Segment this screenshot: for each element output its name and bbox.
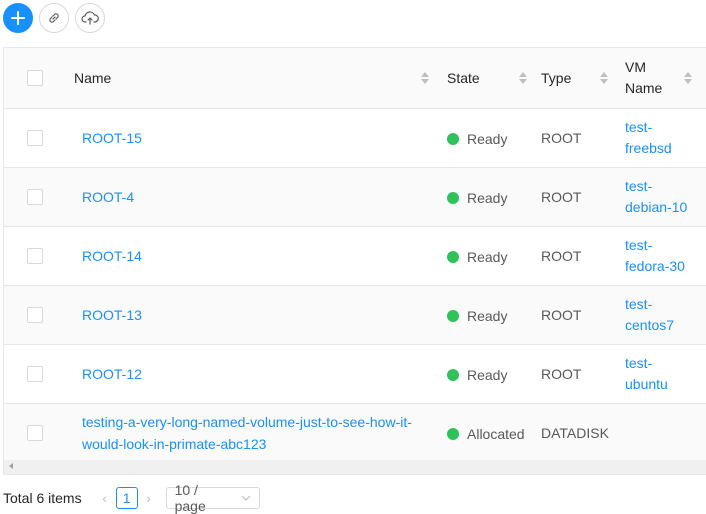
- column-header-vm-name[interactable]: VM Name: [625, 48, 705, 108]
- status-badge: Ready: [447, 109, 539, 167]
- volume-name-link[interactable]: ROOT-14: [74, 245, 142, 267]
- table-row: ROOT-14 Ready ROOT test-fedora-30: [4, 227, 706, 286]
- sort-icon[interactable]: [684, 72, 692, 84]
- sort-icon[interactable]: [421, 72, 429, 84]
- sort-icon[interactable]: [600, 72, 608, 84]
- table-header: Name State Type VM Name: [4, 48, 706, 109]
- horizontal-scrollbar[interactable]: [4, 460, 706, 474]
- cloud-upload-icon: [81, 11, 99, 25]
- row-checkbox[interactable]: [27, 189, 43, 205]
- status-dot-icon: [447, 428, 459, 440]
- volume-name-link[interactable]: ROOT-13: [74, 304, 142, 326]
- status-dot-icon: [447, 251, 459, 263]
- column-header-type[interactable]: Type: [541, 48, 623, 108]
- scroll-left-icon[interactable]: [9, 463, 13, 469]
- row-checkbox[interactable]: [27, 425, 43, 441]
- status-badge: Allocated: [447, 404, 539, 462]
- volume-name-link[interactable]: ROOT-15: [74, 127, 142, 149]
- status-dot-icon: [447, 133, 459, 145]
- vm-name-link[interactable]: test-centos7: [625, 294, 674, 336]
- status-dot-icon: [447, 192, 459, 204]
- table-row: ROOT-13 Ready ROOT test-centos7: [4, 286, 706, 345]
- toolbar: [3, 3, 105, 33]
- volume-name-link[interactable]: testing-a-very-long-named-volume-just-to…: [74, 411, 412, 455]
- vm-name-link[interactable]: test-freebsd: [625, 117, 672, 159]
- sort-icon[interactable]: [519, 72, 527, 84]
- select-all-checkbox[interactable]: [27, 70, 43, 86]
- upload-button[interactable]: [75, 3, 105, 33]
- row-checkbox[interactable]: [27, 248, 43, 264]
- status-dot-icon: [447, 310, 459, 322]
- chevron-down-icon: [241, 495, 251, 501]
- status-badge: Ready: [447, 286, 539, 344]
- column-header-name[interactable]: Name: [74, 48, 434, 108]
- volume-name-link[interactable]: ROOT-4: [74, 186, 134, 208]
- table-row: testing-a-very-long-named-volume-just-to…: [4, 404, 706, 463]
- row-checkbox[interactable]: [27, 307, 43, 323]
- table-row: ROOT-12 Ready ROOT test-ubuntu: [4, 345, 706, 404]
- next-page-icon[interactable]: ›: [140, 490, 158, 506]
- add-button[interactable]: [3, 3, 33, 33]
- status-badge: Ready: [447, 345, 539, 403]
- vm-name-link[interactable]: test-debian-10: [625, 176, 687, 218]
- vm-name-link[interactable]: test-fedora-30: [625, 235, 685, 277]
- link-icon: [49, 13, 59, 23]
- page-1-button[interactable]: 1: [115, 487, 138, 509]
- vm-name-link[interactable]: test-ubuntu: [625, 353, 668, 395]
- table-row: ROOT-4 Ready ROOT test-debian-10: [4, 168, 706, 227]
- volumes-table: Name State Type VM Name ROOT-15 Ready RO…: [3, 47, 706, 475]
- plus-icon: [11, 11, 25, 25]
- table-row: ROOT-15 Ready ROOT test-freebsd: [4, 109, 706, 168]
- total-count: Total 6 items: [3, 490, 82, 506]
- row-checkbox[interactable]: [27, 366, 43, 382]
- column-header-state[interactable]: State: [447, 48, 539, 108]
- pagination: Total 6 items ‹ 1 › 10 / page: [3, 482, 260, 514]
- volume-name-link[interactable]: ROOT-12: [74, 363, 142, 385]
- page-size-select[interactable]: 10 / page: [165, 482, 260, 514]
- prev-page-icon[interactable]: ‹: [96, 490, 114, 506]
- status-dot-icon: [447, 369, 459, 381]
- status-badge: Ready: [447, 227, 539, 285]
- row-checkbox[interactable]: [27, 130, 43, 146]
- status-badge: Ready: [447, 168, 539, 226]
- attach-button[interactable]: [39, 3, 69, 33]
